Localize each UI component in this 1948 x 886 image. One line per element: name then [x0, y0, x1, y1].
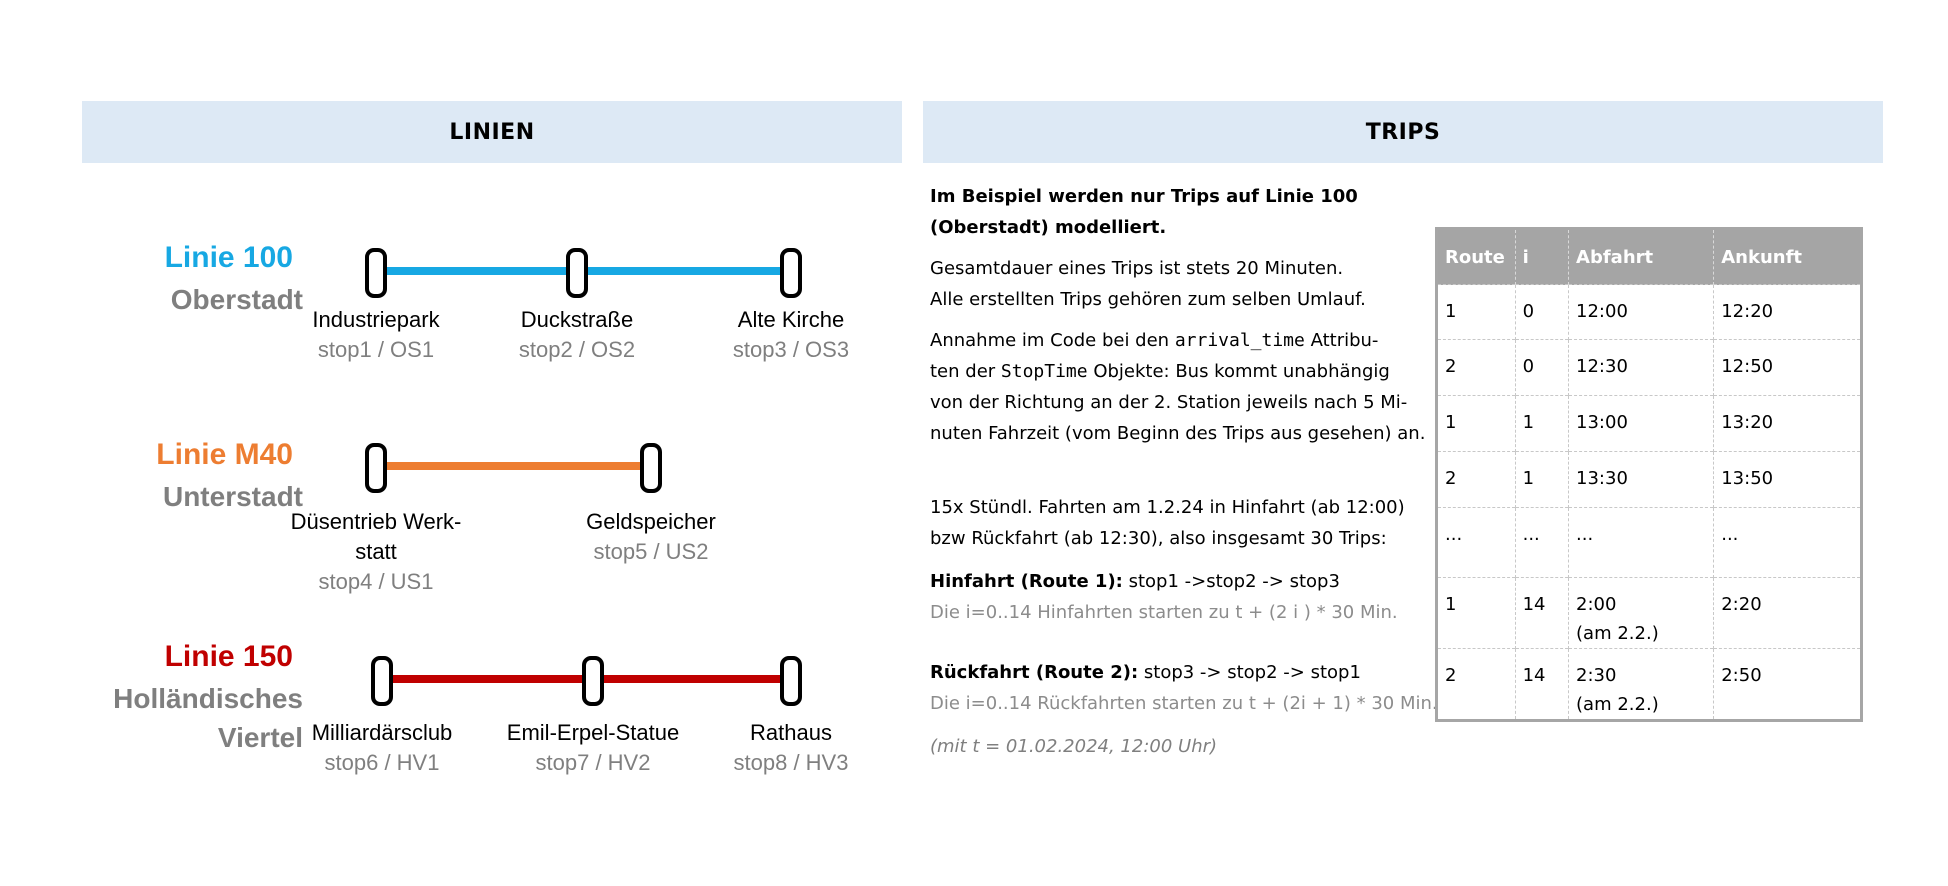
assumption-text: Objekte: Bus kommt unabhängig [1087, 361, 1390, 382]
table-cell: 2:00 (am 2.2.) [1568, 577, 1714, 649]
stop-name: statt [355, 539, 397, 564]
stop-name: Duckstraße [520, 307, 634, 332]
table-body: 1 0 12:00 12:20 2 0 12:30 12:50 1 1 13:00 13:20 2 1 13… [1436, 284, 1862, 721]
hinfahrt-path: stop1 ->stop2 -> stop3 [1122, 571, 1340, 592]
table-row: 2 14 2:30 (am 2.2.) 2:50 [1436, 648, 1862, 721]
trips-duration-line-2: Alle erstellten Trips gehören zum selben… [930, 289, 1366, 310]
stop-id: stop8 / HV3 [733, 750, 849, 775]
table-cell: 2 [1436, 648, 1516, 721]
stop-id: stop2 / OS2 [518, 337, 636, 362]
trips-intro: Im Beispiel werden nur Trips auf Linie 1… [930, 181, 1358, 243]
trips-header: TRIPS [923, 101, 1883, 163]
trips-duration-line-1: Gesamtdauer eines Trips ist stets 20 Min… [930, 258, 1344, 279]
table-cell: 1 [1514, 451, 1569, 508]
table-cell: 2:30 (am 2.2.) [1568, 648, 1714, 721]
table-column-header: Abfahrt [1568, 228, 1714, 285]
t-definition: (mit t = 01.02.2024, 12:00 Uhr) [930, 736, 1218, 757]
trips-duration: Gesamtdauer eines Trips ist stets 20 Min… [930, 253, 1366, 315]
hinfahrt-label: Hinfahrt (Route 1): [930, 571, 1123, 592]
stop-name: Alte Kirche [737, 307, 845, 332]
table-cell: 12:50 [1713, 339, 1862, 396]
table-row: 1 14 2:00 (am 2.2.) 2:20 [1436, 577, 1862, 649]
table-cell: 14 [1514, 577, 1569, 649]
table-column-header: Ankunft [1713, 228, 1862, 285]
assumption-text: Attribu- [1304, 330, 1379, 351]
stop-marker [780, 656, 802, 706]
line-name: Linie 100 [164, 241, 293, 274]
line-name: Linie 150 [164, 640, 293, 673]
hinfahrt-block: Hinfahrt (Route 1): stop1 ->stop2 -> sto… [930, 566, 1398, 628]
table-cell: 0 [1514, 339, 1569, 396]
table-cell: ... [1436, 507, 1516, 578]
table-cell: 12:00 [1568, 284, 1714, 340]
trips-table: Route i Abfahrt Ankunft 1 0 12:00 12:20 2 0 12:30… [1435, 227, 1863, 722]
stop-marker [365, 443, 387, 493]
stop-name: Düsentrieb Werk- [290, 509, 462, 534]
schedule-line-2: bzw Rückfahrt (ab 12:30), also insgesamt… [930, 528, 1387, 549]
stop-name: Geldspeicher [586, 509, 716, 534]
trips-assumption: Annahme im Code bei den arrival_time Att… [930, 325, 1425, 449]
table-cell: 1 [1436, 577, 1516, 649]
stop-marker [371, 656, 393, 706]
table-row: 2 0 12:30 12:50 [1436, 339, 1862, 396]
table-cell: 12:20 [1713, 284, 1862, 340]
stop-marker [566, 248, 588, 298]
stop-id: stop3 / OS3 [732, 337, 850, 362]
table-row: ............ [1436, 507, 1862, 578]
trips-intro-line-1: Im Beispiel werden nur Trips auf Linie 1… [930, 186, 1358, 207]
line-track [376, 462, 651, 470]
rueckfahrt-label: Rückfahrt (Route 2): [930, 662, 1139, 683]
stop-marker [365, 248, 387, 298]
table-cell: 1 [1514, 395, 1569, 452]
table-cell: 14 [1514, 648, 1569, 721]
table-header-row: Route i Abfahrt Ankunft [1436, 228, 1862, 285]
table-cell: ... [1514, 507, 1569, 578]
assumption-text: Annahme im Code bei den [930, 330, 1175, 351]
table-cell: ... [1713, 507, 1862, 578]
hinfahrt-note: Die i=0..14 Hinfahrten starten zu t + (2… [930, 602, 1398, 623]
table-cell: 2 [1436, 339, 1516, 396]
table-cell: 12:30 [1568, 339, 1714, 396]
trips-schedule: 15x Stündl. Fahrten am 1.2.24 in Hinfahr… [930, 492, 1405, 554]
stop-id: stop5 / US2 [593, 539, 709, 564]
stop-id: stop6 / HV1 [324, 750, 440, 775]
schedule-line-1: 15x Stündl. Fahrten am 1.2.24 in Hinfahr… [930, 497, 1405, 518]
table-cell: 2 [1436, 451, 1516, 508]
rueckfahrt-note: Die i=0..14 Rückfahrten starten zu t + (… [930, 693, 1438, 714]
stop-name: Rathaus [750, 720, 832, 745]
rueckfahrt-path: stop3 -> stop2 -> stop1 [1138, 662, 1361, 683]
linien-header: LINIEN [82, 101, 902, 163]
stop-marker [780, 248, 802, 298]
table-column-header: Route [1436, 228, 1516, 285]
stop-name: Milliardärsclub [311, 720, 453, 745]
table-cell: 1 [1436, 395, 1516, 452]
table-row: 1 1 13:00 13:20 [1436, 395, 1862, 452]
table-row: 2 1 13:30 13:50 [1436, 451, 1862, 508]
table-cell: 2:20 [1713, 577, 1862, 649]
assumption-text: von der Richtung an der 2. Station jewei… [930, 392, 1408, 413]
table-cell: ... [1568, 507, 1714, 578]
table-cell: 13:30 [1568, 451, 1714, 508]
table-cell: 2:50 [1713, 648, 1862, 721]
line-area-label: Holländisches [113, 683, 303, 714]
table-cell: 13:20 [1713, 395, 1862, 452]
table-cell: 0 [1514, 284, 1569, 340]
table-cell: 13:00 [1568, 395, 1714, 452]
stop-id: stop4 / US1 [318, 569, 434, 594]
stop-marker [582, 656, 604, 706]
assumption-text: ten der [930, 361, 1001, 382]
table-cell: 13:50 [1713, 451, 1862, 508]
stoptime-code: StopTime [1000, 361, 1088, 382]
table-column-header: i [1514, 228, 1569, 285]
table-row: 1 0 12:00 12:20 [1436, 284, 1862, 340]
rueckfahrt-block: Rückfahrt (Route 2): stop3 -> stop2 -> s… [930, 657, 1438, 719]
line-name: Linie M40 [156, 438, 293, 471]
trips-intro-line-2: (Oberstadt) modelliert. [930, 217, 1167, 238]
assumption-text: nuten Fahrzeit (vom Beginn des Trips aus… [930, 423, 1426, 444]
stop-marker [640, 443, 662, 493]
arrival-time-code: arrival_time [1174, 330, 1305, 351]
table-cell: 1 [1436, 284, 1516, 340]
